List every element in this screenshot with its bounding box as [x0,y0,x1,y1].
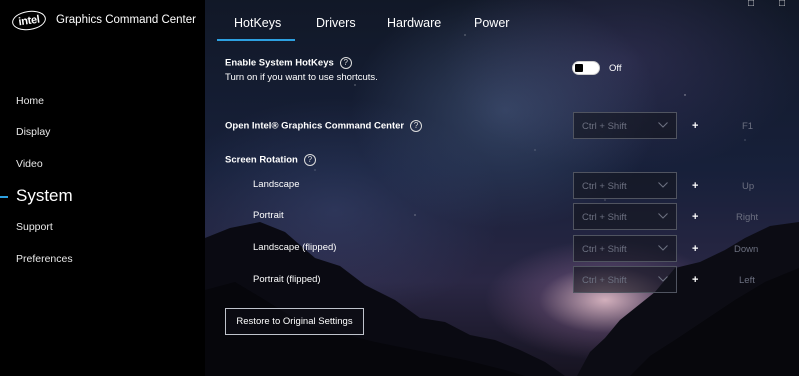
nav-active-indicator [0,196,8,198]
tab-drivers[interactable]: Drivers [316,16,356,30]
landscape-flipped-modifier-dropdown[interactable]: Ctrl + Shift [573,235,677,262]
sidebar-item-system[interactable]: System [16,186,73,206]
window-control-left[interactable]: □ [748,0,754,9]
chevron-down-icon [658,182,668,188]
sidebar-item-support[interactable]: Support [16,221,53,233]
open-gcc-key[interactable]: F1 [742,121,753,132]
open-gcc-label: Open Intel® Graphics Command Center? [225,120,423,132]
sidebar: intel Graphics Command Center Home Displ… [0,0,205,376]
chevron-down-icon [658,122,668,128]
logo-text: intel [17,12,41,28]
dropdown-value: Ctrl + Shift [582,212,627,223]
help-icon[interactable]: ? [339,57,352,69]
landscape-flipped-key[interactable]: Down [734,244,758,255]
restore-defaults-button[interactable]: Restore to Original Settings [225,308,364,335]
tab-hardware[interactable]: Hardware [387,16,441,30]
active-tab-indicator [217,39,295,41]
chevron-down-icon [658,245,668,251]
landscape-key[interactable]: Up [742,181,754,192]
dropdown-value: Ctrl + Shift [582,181,627,192]
toggle-knob [575,64,583,72]
portrait-modifier-dropdown[interactable]: Ctrl + Shift [573,203,677,230]
chevron-down-icon [658,213,668,219]
tab-power[interactable]: Power [474,16,509,30]
open-gcc-modifier-dropdown[interactable]: Ctrl + Shift [573,112,677,139]
rotation-label-landscape: Landscape [253,179,300,190]
sidebar-item-video[interactable]: Video [16,158,43,170]
screen-rotation-title-text: Screen Rotation [225,154,298,166]
tab-hotkeys[interactable]: HotKeys [234,16,281,30]
chevron-down-icon [658,276,668,282]
sidebar-item-display[interactable]: Display [16,126,50,138]
portrait-key[interactable]: Right [736,212,758,223]
toggle-state-label: Off [609,63,622,74]
rotation-label-portrait-flipped: Portrait (flipped) [253,274,321,285]
screen-rotation-title: Screen Rotation? [225,154,316,166]
sidebar-item-preferences[interactable]: Preferences [16,253,73,265]
dropdown-value: Ctrl + Shift [582,244,627,255]
portrait-flipped-key[interactable]: Left [739,275,755,286]
plus-sign: + [692,211,699,223]
main-panel: HotKeys Drivers Hardware Power □ □ Enabl… [205,0,799,376]
window-control-right[interactable]: □ [779,0,785,9]
app-title: Graphics Command Center [56,14,196,26]
help-icon[interactable]: ? [410,120,423,132]
enable-hotkeys-description: Turn on if you want to use shortcuts. [225,72,378,83]
open-gcc-label-text: Open Intel® Graphics Command Center [225,120,405,132]
plus-sign: + [692,180,699,192]
intel-logo: intel [10,8,48,32]
landscape-modifier-dropdown[interactable]: Ctrl + Shift [573,172,677,199]
rotation-label-landscape-flipped: Landscape (flipped) [253,242,337,253]
brand: intel Graphics Command Center [10,8,196,32]
enable-hotkeys-title-text: Enable System HotKeys [225,57,334,69]
sidebar-item-home[interactable]: Home [16,95,44,107]
plus-sign: + [692,120,699,132]
plus-sign: + [692,243,699,255]
help-icon[interactable]: ? [303,154,316,166]
dropdown-value: Ctrl + Shift [582,275,627,286]
enable-hotkeys-title: Enable System HotKeys? [225,57,352,69]
dropdown-value: Ctrl + Shift [582,121,627,132]
rotation-label-portrait: Portrait [253,210,284,221]
plus-sign: + [692,274,699,286]
hotkeys-toggle[interactable] [572,61,600,75]
tab-bar: HotKeys Drivers Hardware Power [205,0,799,44]
portrait-flipped-modifier-dropdown[interactable]: Ctrl + Shift [573,266,677,293]
